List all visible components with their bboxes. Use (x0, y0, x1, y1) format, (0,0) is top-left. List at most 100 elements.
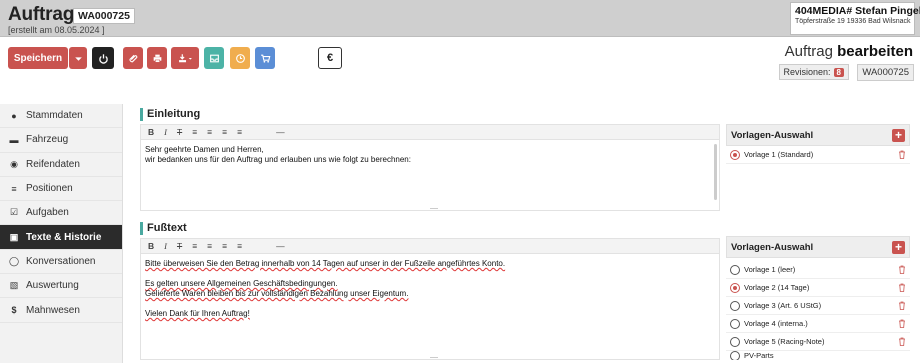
sidebar-item-fahrzeug[interactable]: ▬ Fahrzeug (0, 128, 122, 153)
editor-blank-line (145, 269, 715, 279)
power-button[interactable] (92, 47, 114, 69)
add-template-button[interactable]: + (892, 240, 905, 254)
tire-icon: ◉ (10, 158, 18, 169)
editor-line: wir bedanken uns für den Auftrag und erl… (145, 155, 411, 164)
list-icon: ≡ (11, 183, 17, 194)
sidebar-item-positionen[interactable]: ≡ Positionen (0, 177, 122, 202)
sidebar-item-stammdaten[interactable]: ● Stammdaten (0, 104, 122, 129)
sidebar-item-mahnwesen[interactable]: $ Mahnwesen (0, 298, 122, 323)
radio-selected[interactable] (730, 149, 740, 160)
strikethrough-tool[interactable]: T (177, 241, 182, 251)
add-template-button[interactable]: + (892, 128, 905, 142)
resize-grip[interactable] (430, 357, 438, 358)
attachment-button[interactable] (123, 47, 143, 69)
template-option[interactable]: Vorlage 1 (Standard) (726, 146, 910, 164)
einleitung-section: Einleitung B I T ≡ ≡ ≡ ≡ — Sehr geehrte … (140, 108, 720, 211)
template-option[interactable]: Vorlage 5 (Racing-Note) (726, 333, 910, 351)
editor-blank-line (145, 299, 715, 309)
editor-line: Vielen Dank für Ihren Auftrag! (145, 309, 250, 318)
sidebar-item-aufgaben[interactable]: ☑ Aufgaben (0, 201, 122, 226)
trash-icon[interactable] (898, 150, 906, 159)
radio-selected[interactable] (730, 282, 740, 293)
fusstext-template-panel: Vorlagen-Auswahl + Vorlage 1 (leer) Vorl… (726, 236, 910, 360)
align-right-tool[interactable]: ≡ (222, 127, 227, 137)
paperclip-icon (128, 54, 137, 62)
radio-unselected[interactable] (730, 318, 740, 329)
resize-grip[interactable] (430, 208, 438, 209)
sidebar-item-konversationen[interactable]: ◯ Konversationen (0, 250, 122, 275)
radio-unselected[interactable] (730, 300, 740, 311)
sidebar: ● Stammdaten ▬ Fahrzeug ◉ Reifendaten ≡ Posi… (0, 104, 123, 363)
template-option[interactable]: PV-Parts (726, 351, 910, 360)
editor-scrollbar[interactable] (714, 144, 717, 200)
download-button[interactable] (171, 47, 199, 69)
strikethrough-tool[interactable]: T (177, 127, 182, 137)
fusstext-editor[interactable]: Bitte überweisen Sie den Betrag innerhal… (140, 254, 720, 360)
radio-unselected[interactable] (730, 336, 740, 347)
italic-tool[interactable]: I (164, 241, 167, 251)
speech-bubble-icon: ◯ (8, 255, 20, 266)
einleitung-template-panel: Vorlagen-Auswahl + Vorlage 1 (Standard) (726, 124, 910, 164)
align-center-tool[interactable]: ≡ (207, 241, 212, 251)
archive-button[interactable] (204, 47, 224, 69)
trash-icon[interactable] (898, 319, 906, 328)
print-button[interactable] (147, 47, 167, 69)
editor-line: Es gelten unsere Allgemeinen Geschäftsbe… (145, 279, 338, 288)
sidebar-item-reifendaten[interactable]: ◉ Reifendaten (0, 153, 122, 177)
trash-icon[interactable] (898, 337, 906, 346)
template-option[interactable]: Vorlage 4 (interna.) (726, 315, 910, 333)
fusstext-heading: Fußtext (140, 222, 720, 235)
justify-tool[interactable]: ≡ (237, 127, 242, 137)
mode-title: Auftrag bearbeiten (784, 43, 913, 60)
align-center-tool[interactable]: ≡ (207, 127, 212, 137)
align-left-tool[interactable]: ≡ (192, 127, 197, 137)
template-option[interactable]: Vorlage 1 (leer) (726, 261, 910, 279)
align-left-tool[interactable]: ≡ (192, 241, 197, 251)
radio-unselected[interactable] (730, 351, 740, 360)
download-icon (178, 53, 192, 62)
time-button[interactable] (230, 47, 250, 69)
power-icon (98, 53, 108, 64)
trash-icon[interactable] (898, 283, 906, 292)
template-option[interactable]: Vorlage 2 (14 Tage) (726, 279, 910, 297)
fusstext-section: Fußtext B I T ≡ ≡ ≡ ≡ — Bitte überweisen… (140, 222, 720, 360)
einleitung-heading: Einleitung (140, 108, 720, 121)
justify-tool[interactable]: ≡ (237, 241, 242, 251)
trash-icon[interactable] (898, 265, 906, 274)
user-icon: ● (11, 110, 17, 121)
horizontal-rule-tool[interactable]: — (276, 127, 285, 137)
created-date: [erstellt am 08.05.2024 ] (8, 25, 105, 35)
einleitung-editor-toolbar: B I T ≡ ≡ ≡ ≡ — (140, 124, 720, 140)
dollar-icon: $ (11, 305, 17, 316)
save-button[interactable]: Speichern (8, 47, 68, 69)
revisions-count: 8 (833, 67, 844, 77)
editor-line: Bitte überweisen Sie den Betrag innerhal… (145, 259, 506, 268)
bold-tool[interactable]: B (148, 241, 154, 251)
sidebar-item-auswertung[interactable]: ▧ Auswertung (0, 274, 122, 299)
trash-icon[interactable] (898, 301, 906, 310)
currency-button[interactable]: € (318, 47, 342, 69)
toolbar: Speichern € Auftrag bearbeiten Revisione… (0, 38, 920, 96)
fusstext-editor-toolbar: B I T ≡ ≡ ≡ ≡ — (140, 238, 720, 254)
bold-tool[interactable]: B (148, 127, 154, 137)
document-icon: ▣ (9, 231, 19, 242)
checkbox-icon: ☑ (9, 207, 19, 218)
cart-icon (260, 54, 270, 63)
cart-button[interactable] (255, 47, 275, 69)
company-box: 404MEDIA# Stefan Pingel Töpferstraße 19 … (790, 2, 920, 35)
inbox-icon (209, 54, 219, 62)
order-id-badge: WA000725 (73, 8, 135, 24)
page-title: Auftrag (8, 4, 75, 25)
company-name: 404MEDIA# Stefan Pingel (795, 5, 920, 17)
sidebar-item-texte-historie[interactable]: ▣ Texte & Historie (0, 225, 122, 250)
einleitung-editor[interactable]: Sehr geehrte Damen und Herren, wir bedan… (140, 140, 720, 211)
template-option[interactable]: Vorlage 3 (Art. 6 UStG) (726, 297, 910, 315)
align-right-tool[interactable]: ≡ (222, 241, 227, 251)
print-icon (153, 54, 161, 63)
radio-unselected[interactable] (730, 264, 740, 275)
italic-tool[interactable]: I (164, 127, 167, 137)
horizontal-rule-tool[interactable]: — (276, 241, 285, 251)
save-dropdown-button[interactable] (69, 47, 87, 69)
company-address: Töpferstraße 19 19336 Bad Wilsnack (795, 18, 911, 25)
revisions-badge[interactable]: Revisionen: 8 (778, 64, 849, 80)
